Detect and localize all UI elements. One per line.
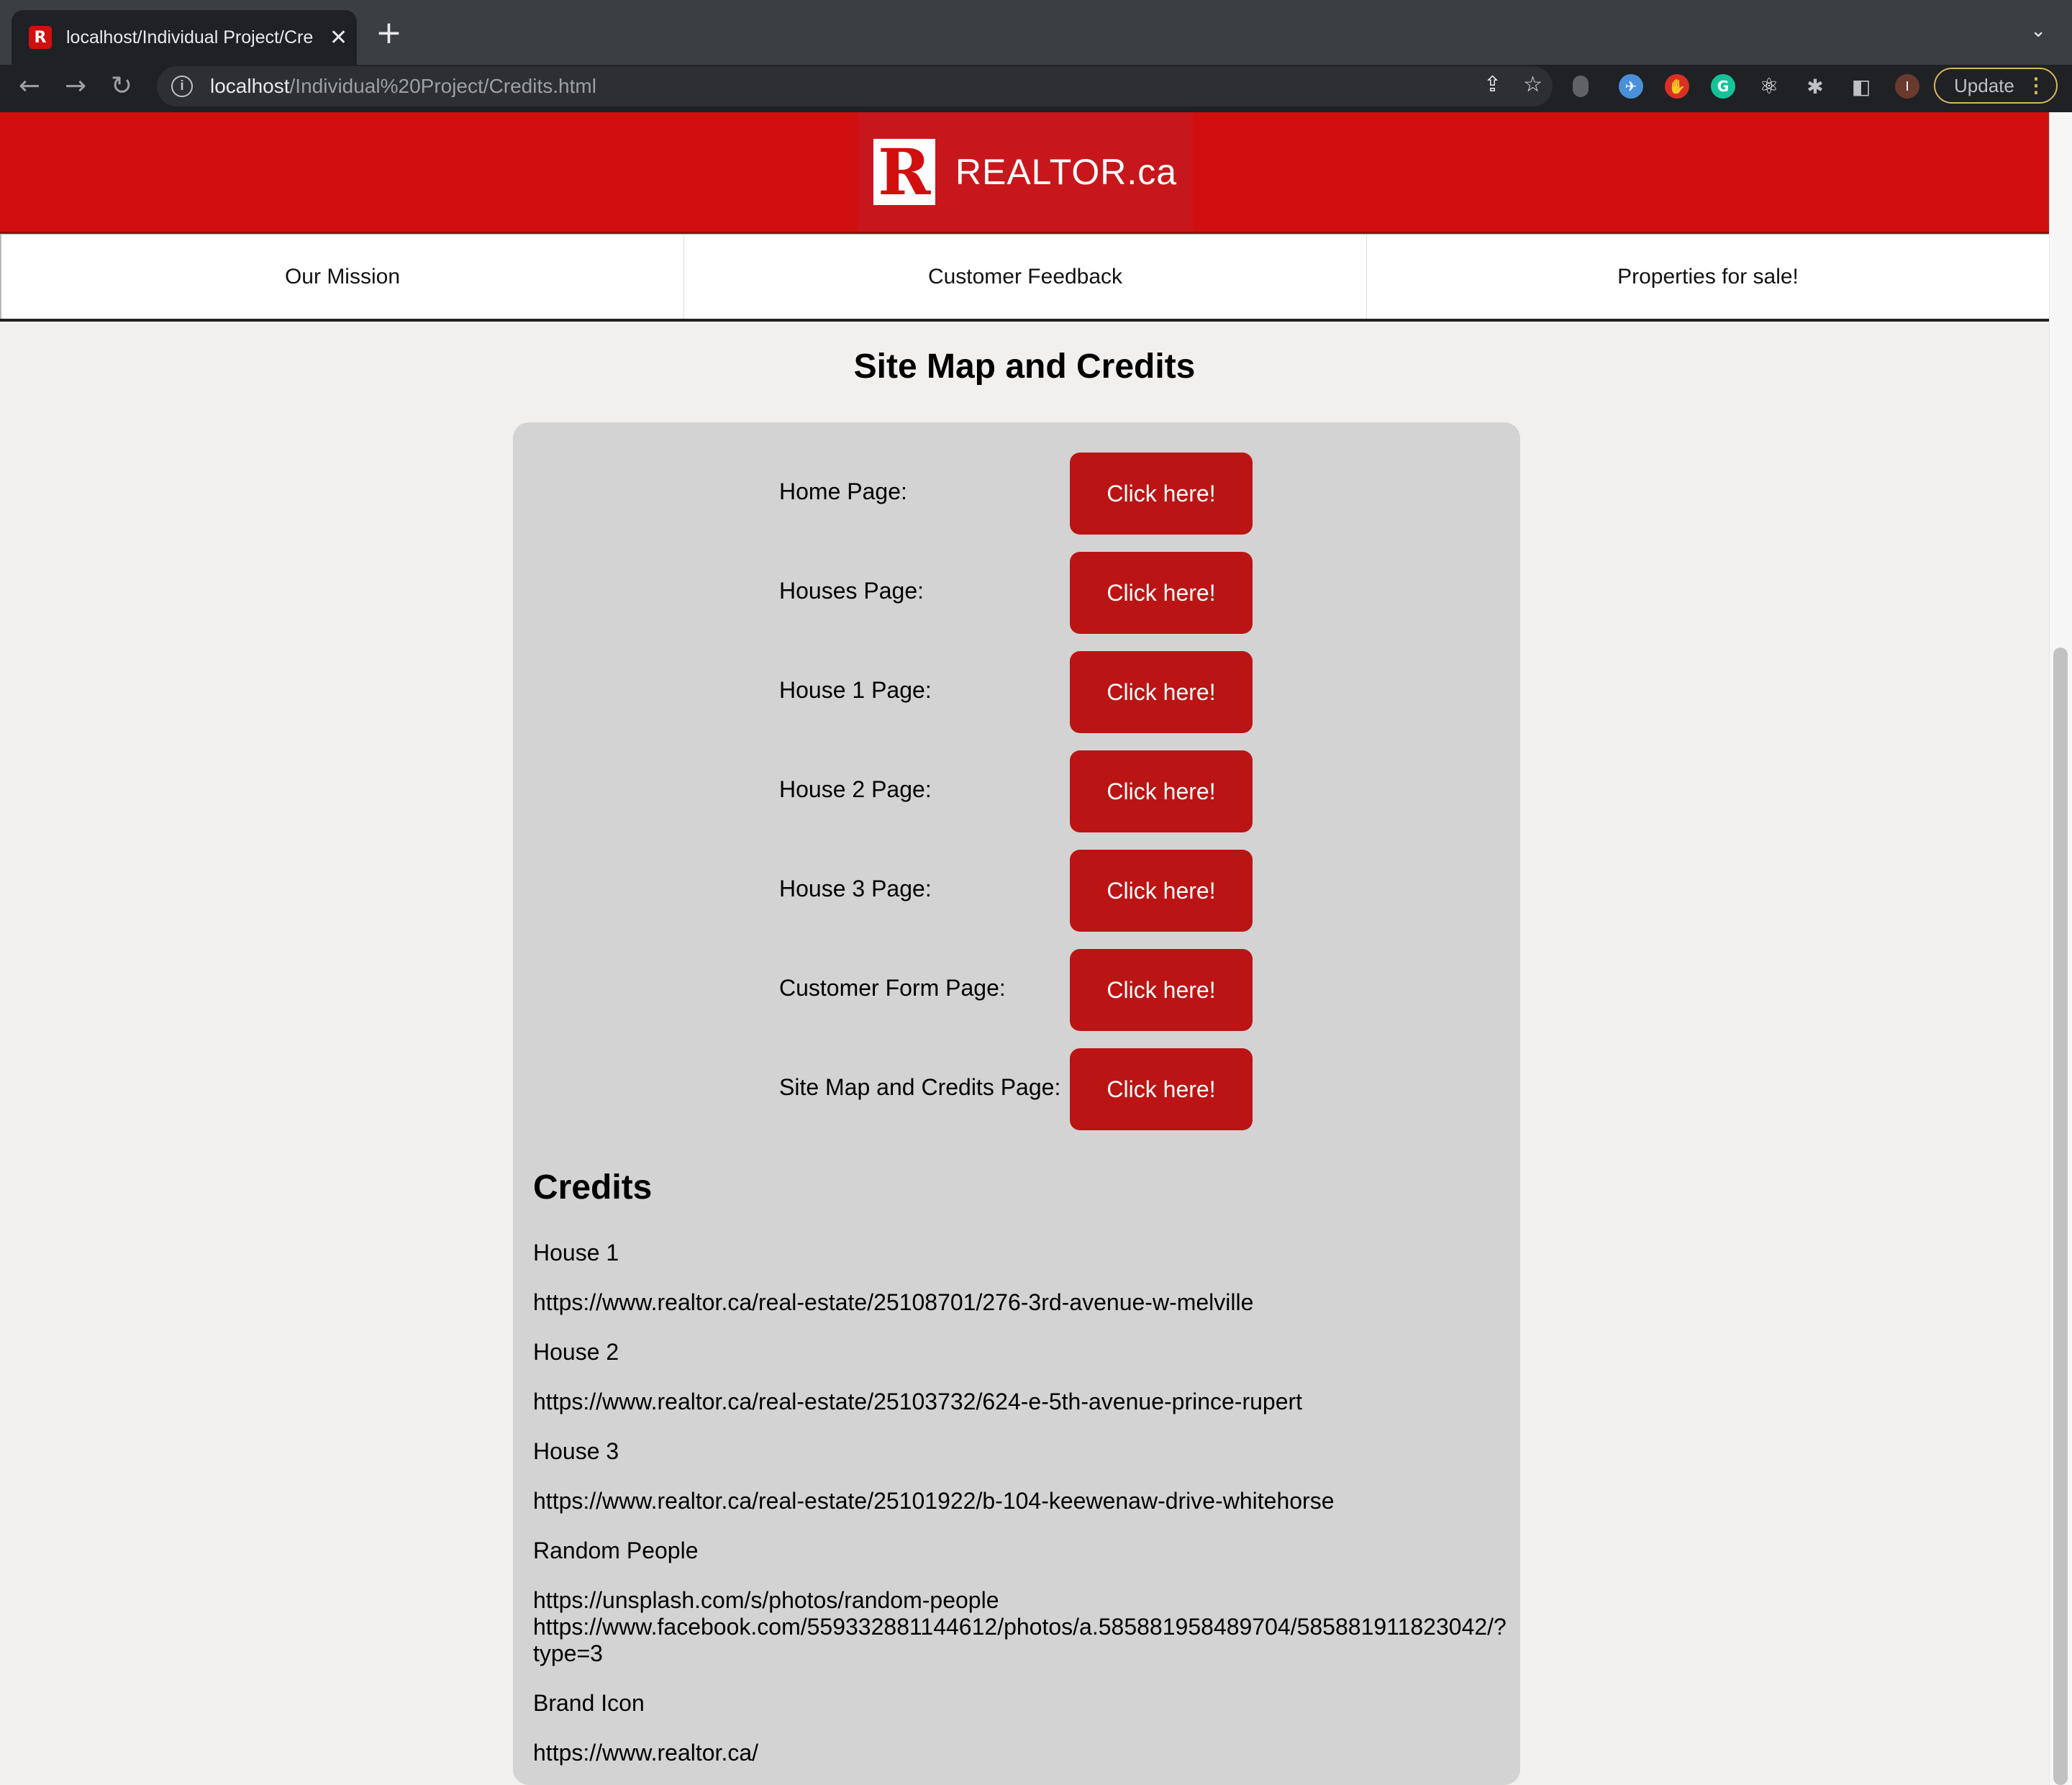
house-3-page-button[interactable]: Click here! <box>1070 850 1253 932</box>
sitemap-label: House 2 Page: <box>779 776 932 802</box>
grammarly-icon[interactable]: G <box>1711 74 1735 99</box>
credit-label: Random People <box>533 1538 699 1563</box>
reload-icon[interactable]: ↻ <box>111 65 132 108</box>
tab-title: localhost/Individual Project/Cre <box>66 27 314 47</box>
close-tab-icon[interactable]: ✕ <box>330 25 347 50</box>
page-title: Site Map and Credits <box>853 348 1196 386</box>
credit-link: type=3 <box>533 1640 603 1666</box>
house-1-page-button[interactable]: Click here! <box>1070 651 1253 733</box>
credit-link: https://www.realtor.ca/real-estate/25108… <box>533 1289 1254 1315</box>
sitemap-label: Customer Form Page: <box>779 975 1006 1001</box>
update-button[interactable]: Update ⋮ <box>1934 68 2058 104</box>
browser-tab[interactable]: R localhost/Individual Project/Cre ✕ <box>12 10 357 65</box>
forward-arrow-icon[interactable]: → <box>65 65 86 108</box>
credit-label: Brand Icon <box>533 1690 645 1716</box>
site-info-icon[interactable]: i <box>171 76 193 97</box>
address-bar[interactable]: i localhost/Individual%20Project/Credits… <box>157 66 1553 106</box>
page-scrollbar-thumb[interactable] <box>2053 648 2068 1785</box>
content-panel: Home Page: Click here! Houses Page: Clic… <box>513 422 1520 1785</box>
logo-text: REALTOR.ca <box>955 152 1178 192</box>
sitemap-label: Site Map and Credits Page: <box>779 1074 1061 1100</box>
nav-customer-feedback[interactable]: Customer Feedback <box>683 235 1366 319</box>
realtor-favicon-icon: R <box>29 26 52 49</box>
realtor-logo[interactable]: R REALTOR.ca <box>858 112 1193 232</box>
sitemap-label: House 1 Page: <box>779 677 932 703</box>
nav-properties-for-sale[interactable]: Properties for sale! <box>1366 235 2049 319</box>
menu-dots-icon[interactable]: ⋮ <box>2026 73 2046 97</box>
adblock-hand-icon[interactable]: ✋ <box>1665 74 1689 99</box>
sitemap-row-houses: Houses Page: Click here! <box>779 552 1283 634</box>
url-text: localhost/Individual%20Project/Credits.h… <box>210 75 596 97</box>
credit-label: House 3 <box>533 1438 619 1464</box>
sitemap-label: Houses Page: <box>779 578 924 604</box>
side-panel-icon[interactable]: ◧ <box>1849 74 1873 99</box>
site-header: R REALTOR.ca <box>0 112 2049 234</box>
credit-link: https://www.realtor.ca/real-estate/25101… <box>533 1488 1335 1514</box>
main-nav: Our Mission Customer Feedback Properties… <box>0 234 2049 322</box>
credit-label: House 1 <box>533 1240 619 1266</box>
realtor-r-logo-icon: R <box>873 139 935 205</box>
browser-toolbar: ← → ↻ i localhost/Individual%20Project/C… <box>0 65 2072 112</box>
customer-form-page-button[interactable]: Click here! <box>1070 949 1253 1031</box>
react-devtools-icon[interactable]: ⚛ <box>1757 74 1781 99</box>
new-tab-plus-icon[interactable]: + <box>376 14 402 51</box>
sitemap-row-site-map: Site Map and Credits Page: Click here! <box>779 1048 1283 1130</box>
bookmark-star-icon[interactable]: ☆ <box>1523 72 1542 97</box>
credit-link: https://www.realtor.ca/real-estate/25103… <box>533 1389 1303 1414</box>
houses-page-button[interactable]: Click here! <box>1070 552 1253 634</box>
credits-heading: Credits <box>533 1168 653 1207</box>
browser-tabstrip: R localhost/Individual Project/Cre ✕ + ⌄ <box>0 0 2072 65</box>
extension-icon[interactable] <box>1573 76 1589 97</box>
sitemap-row-house-1: House 1 Page: Click here! <box>779 651 1283 733</box>
credit-label: House 2 <box>533 1339 619 1365</box>
sitemap-row-customer-form: Customer Form Page: Click here! <box>779 949 1283 1031</box>
sitemap-label: Home Page: <box>779 478 907 504</box>
sitemap-row-home: Home Page: Click here! <box>779 453 1283 535</box>
home-page-button[interactable]: Click here! <box>1070 453 1253 535</box>
sitemap-row-house-3: House 3 Page: Click here! <box>779 850 1283 932</box>
tab-search-chevron-icon[interactable]: ⌄ <box>2030 20 2046 42</box>
sitemap-row-house-2: House 2 Page: Click here! <box>779 750 1283 832</box>
site-map-page-button[interactable]: Click here! <box>1070 1048 1253 1130</box>
back-arrow-icon[interactable]: ← <box>19 65 40 108</box>
nav-our-mission[interactable]: Our Mission <box>0 235 683 319</box>
credit-link: https://unsplash.com/s/photos/random-peo… <box>533 1587 999 1613</box>
credit-link: https://www.facebook.com/559332881144612… <box>533 1614 1507 1640</box>
share-icon[interactable]: ⇪ <box>1483 72 1501 97</box>
profile-avatar[interactable]: I <box>1895 74 1919 99</box>
extension-blue-icon[interactable]: ✈ <box>1619 74 1643 99</box>
extensions-puzzle-icon[interactable]: ✱ <box>1803 74 1827 99</box>
credit-link: https://www.realtor.ca/ <box>533 1740 759 1766</box>
house-2-page-button[interactable]: Click here! <box>1070 750 1253 832</box>
sitemap-label: House 3 Page: <box>779 876 932 901</box>
